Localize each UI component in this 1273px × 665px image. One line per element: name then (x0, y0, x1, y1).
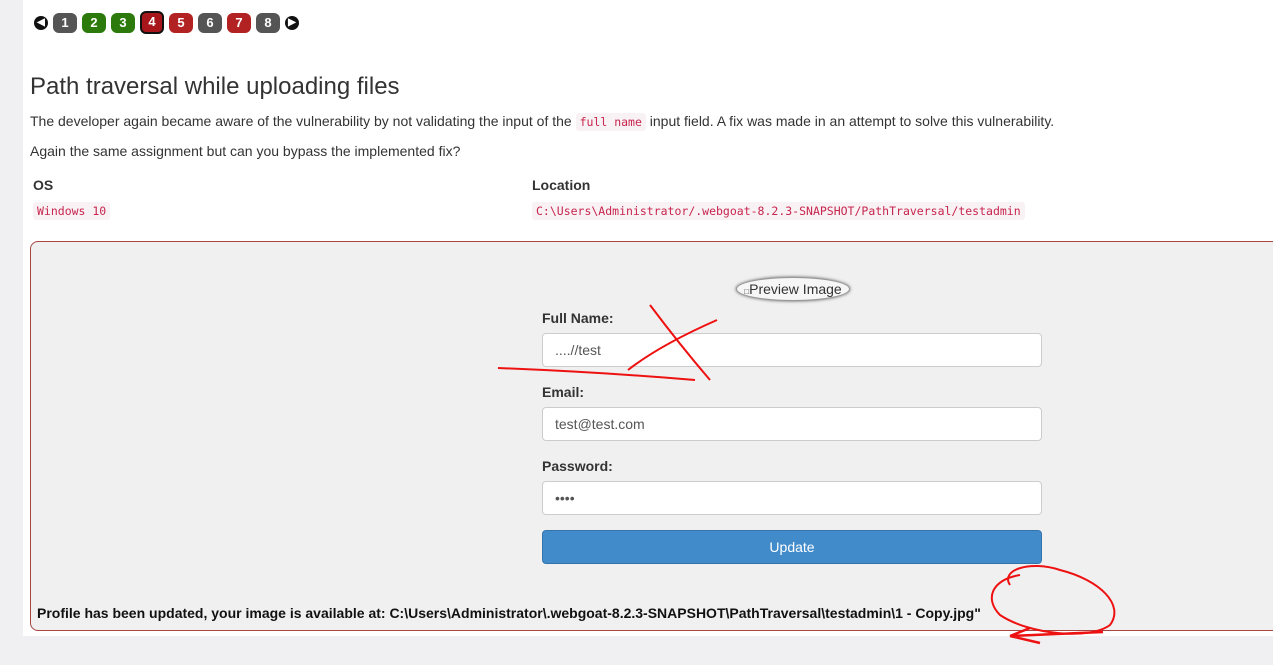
lesson-pager: ◀ 1 2 3 4 5 6 7 8 ▶ (34, 11, 299, 34)
circle-right-arrow-icon[interactable]: ▶ (285, 15, 299, 30)
page-button-7[interactable]: 7 (227, 12, 251, 33)
password-input[interactable]: •••• (542, 481, 1042, 515)
page-button-2[interactable]: 2 (82, 12, 106, 33)
description-text-end: input field. A fix was made in an attemp… (649, 113, 1055, 129)
preview-image-alt: Preview Image (749, 281, 842, 297)
feedback-message: Profile has been updated, your image is … (37, 605, 981, 621)
preview-image: □Preview Image (736, 277, 850, 301)
os-value: Windows 10 (33, 202, 111, 220)
page-button-4[interactable]: 4 (140, 11, 164, 34)
email-input[interactable]: test@test.com (542, 407, 1042, 441)
description-paragraph: The developer again became aware of the … (30, 113, 1055, 131)
password-label: Password: (542, 458, 613, 474)
full-name-input[interactable]: ....//test (542, 333, 1042, 367)
os-header: OS (33, 177, 54, 193)
assignment-paragraph: Again the same assignment but can you by… (30, 143, 461, 159)
page-button-3[interactable]: 3 (111, 12, 135, 33)
page-title: Path traversal while uploading files (30, 73, 400, 100)
email-label: Email: (542, 384, 585, 400)
full-name-label: Full Name: (542, 310, 614, 326)
location-header: Location (532, 177, 591, 193)
description-text-start: The developer again became aware of the … (30, 113, 572, 129)
page-button-5[interactable]: 5 (169, 12, 193, 33)
location-value: C:\Users\Administrator/.webgoat-8.2.3-SN… (532, 202, 1025, 220)
full-name-code: full name (575, 113, 646, 131)
page-button-1[interactable]: 1 (53, 12, 77, 33)
page-button-6[interactable]: 6 (198, 12, 222, 33)
update-button[interactable]: Update (542, 530, 1042, 564)
circle-left-arrow-icon[interactable]: ◀ (34, 15, 48, 30)
page-button-8[interactable]: 8 (256, 12, 280, 33)
